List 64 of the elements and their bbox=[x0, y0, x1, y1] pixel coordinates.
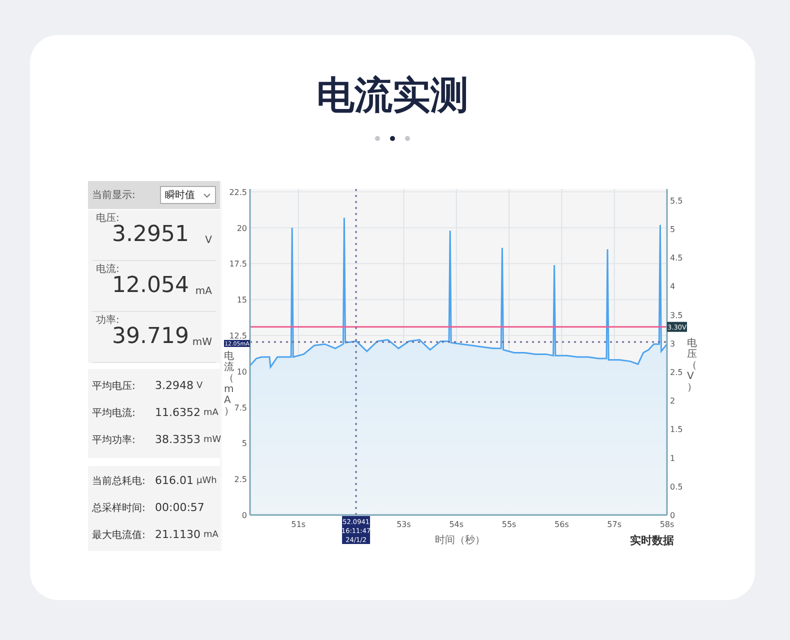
legend-label: 实时数据 bbox=[630, 534, 674, 547]
x-tick-label: 55s bbox=[502, 520, 516, 529]
page-title: 电流实测 bbox=[316, 72, 468, 119]
x-tick-label: 51s bbox=[291, 520, 306, 529]
y2-axis-title: 电压（V） bbox=[687, 338, 697, 393]
x-tick-label: 53s bbox=[396, 520, 411, 529]
y-tick-label: 20 bbox=[236, 224, 247, 233]
y2-tick-label: 1 bbox=[670, 454, 676, 463]
display-label: 当前显示: bbox=[92, 188, 136, 202]
stat-label: 平均电压: bbox=[92, 380, 136, 394]
stat-value: 38.3353 bbox=[155, 432, 200, 448]
reading-unit: mW bbox=[192, 338, 212, 348]
stat-unit: mW bbox=[204, 434, 222, 447]
reading-value: 3.2951 bbox=[112, 224, 189, 246]
x-tick-label: 54s bbox=[449, 520, 464, 529]
stat-unit: μWh bbox=[196, 474, 217, 488]
x-tick-label: 58s bbox=[660, 520, 674, 529]
y2-tick-label: 1.5 bbox=[670, 425, 683, 434]
stat-value: 00:00:57 bbox=[155, 500, 204, 516]
reading-unit: V bbox=[205, 236, 212, 246]
cursor-line[interactable] bbox=[355, 189, 357, 515]
reading-unit: mA bbox=[195, 287, 212, 297]
y2-tick-label: 5 bbox=[670, 225, 676, 234]
y2-tick-label: 0 bbox=[670, 511, 676, 520]
reading-label: 电压: bbox=[96, 214, 120, 224]
y-tick-label: 22.5 bbox=[229, 188, 247, 197]
reading-label: 功率: bbox=[96, 316, 120, 326]
chevron-down-icon bbox=[203, 192, 211, 198]
y2-tick-label: 4.5 bbox=[670, 254, 683, 263]
y-tick-label: 7.5 bbox=[234, 403, 247, 412]
y2-tick-label: 5.5 bbox=[670, 196, 683, 206]
y2-tick-label: 2.5 bbox=[670, 368, 683, 378]
y-tick-label: 12.5 bbox=[229, 331, 247, 340]
stat-label: 总采样时间: bbox=[92, 502, 146, 516]
y2-tick-label: 3.5 bbox=[670, 310, 683, 320]
stat-value: 21.1130 bbox=[155, 527, 200, 544]
stat-value: 3.2948 bbox=[155, 378, 194, 394]
y-tick-label: 17.5 bbox=[229, 260, 247, 269]
y2-tick-label: 2 bbox=[670, 396, 676, 406]
stat-label: 当前总耗电: bbox=[92, 474, 146, 489]
stat-unit: mA bbox=[204, 528, 218, 542]
x-axis-title: 时间（秒） bbox=[435, 535, 485, 546]
y-tick-label: 15 bbox=[236, 296, 247, 305]
y-tick-label: 0 bbox=[242, 511, 247, 520]
x-tick-label: 56s bbox=[554, 520, 569, 529]
y2-tick-label: 3 bbox=[670, 339, 676, 348]
reading-value: 12.054 bbox=[112, 275, 189, 297]
stat-unit: V bbox=[196, 380, 203, 393]
stat-label: 最大电流值: bbox=[92, 528, 146, 543]
stat-label: 平均电流: bbox=[92, 406, 136, 421]
y-axis-title: 电流（mA） bbox=[224, 351, 234, 417]
y-tick-label: 10 bbox=[236, 367, 247, 376]
x-tick-label: 57s bbox=[607, 520, 622, 529]
reading-label: 电流: bbox=[96, 265, 120, 275]
stat-value: 11.6352 bbox=[155, 405, 200, 422]
stat-label: 平均功率: bbox=[92, 434, 136, 448]
y2-tick-label: 0.5 bbox=[670, 482, 683, 492]
reading-value: 39.719 bbox=[112, 326, 189, 348]
display-select[interactable]: 瞬时值 bbox=[160, 186, 216, 204]
y2-tick-label: 4 bbox=[670, 282, 676, 292]
stat-value: 616.01 bbox=[155, 473, 194, 490]
y-tick-label: 5 bbox=[242, 439, 247, 448]
stat-unit: mA bbox=[204, 406, 218, 420]
y-tick-label: 2.5 bbox=[234, 475, 247, 484]
